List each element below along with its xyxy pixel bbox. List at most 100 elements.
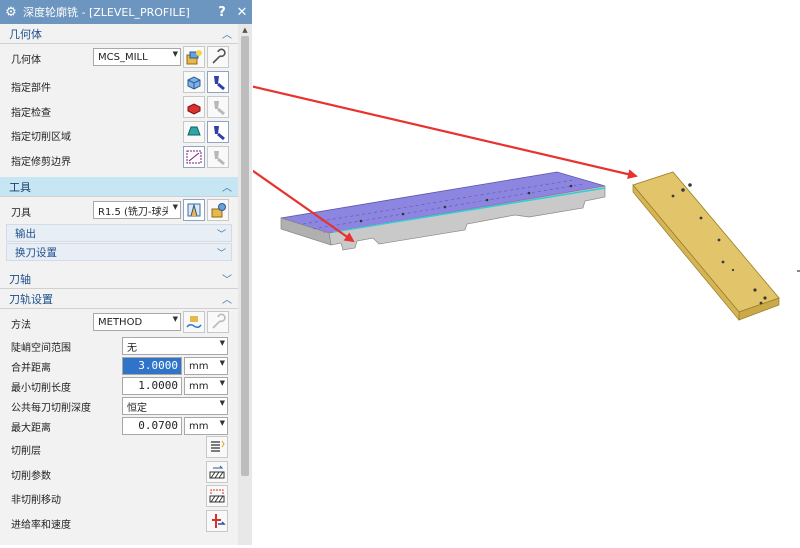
space-label: 陡峭空间范围	[11, 342, 71, 354]
feeds-speeds-icon	[212, 514, 226, 528]
trim-boundary-icon	[186, 150, 202, 164]
cut-levels-label: 切削层	[11, 445, 41, 457]
section-path-title: 刀轨设置	[9, 292, 53, 306]
edit-tool-button[interactable]	[207, 199, 229, 221]
check-label: 指定检查	[11, 107, 51, 119]
select-cut-area-button[interactable]	[183, 121, 205, 143]
cut-params-icon	[209, 465, 225, 479]
section-tool-axis[interactable]: 刀轴 ﹀	[0, 269, 238, 289]
display-cut-area-button[interactable]	[207, 121, 229, 143]
wrench-disabled-icon	[212, 313, 226, 329]
flashlight-disabled-icon	[214, 151, 225, 166]
dropdown-arrow-icon: ▼	[219, 379, 225, 387]
new-method-icon	[186, 316, 202, 329]
display-part-button[interactable]	[207, 71, 229, 93]
tool-change-label: 换刀设置	[15, 246, 57, 259]
feeds-speeds-button[interactable]	[206, 510, 228, 532]
part-icon	[187, 76, 201, 90]
dialog-titlebar: ⚙ 深度轮廓铣 - [ZLEVEL_PROFILE] ? ✕	[0, 0, 252, 24]
model-view[interactable]	[215, 0, 800, 545]
part-label: 指定部件	[11, 82, 51, 94]
tool-label: 刀具	[11, 207, 31, 219]
merge-distance-input[interactable]: 3.0000	[122, 357, 182, 375]
chevron-down-icon: ﹀	[216, 229, 226, 240]
non-cut-moves-icon	[209, 489, 225, 503]
select-part-button[interactable]	[183, 71, 205, 93]
steep-space-select[interactable]: 无 ▼	[122, 337, 228, 355]
new-geometry-icon	[186, 50, 202, 65]
select-check-button[interactable]	[183, 96, 205, 118]
geometry-select[interactable]: MCS_MILL ▼	[93, 48, 181, 66]
method-label: 方法	[11, 319, 31, 331]
dialog-scrollbar[interactable]: ▲	[238, 24, 252, 545]
scrollbar-thumb[interactable]	[241, 36, 249, 476]
part-model[interactable]	[280, 171, 606, 251]
section-geometry[interactable]: 几何体 ︿	[0, 24, 238, 44]
cut-params-button[interactable]	[206, 461, 228, 483]
select-trim-button[interactable]	[183, 146, 205, 168]
section-path-settings[interactable]: 刀轨设置 ︿	[0, 289, 238, 309]
chevron-down-icon: ﹀	[222, 275, 232, 286]
subsection-output[interactable]: 输出 ﹀	[6, 224, 232, 242]
annotation-arrow-part	[215, 76, 638, 180]
method-select-value: METHOD	[98, 316, 143, 328]
graphics-viewport[interactable]	[215, 0, 800, 545]
blank-model[interactable]	[632, 171, 780, 321]
chevron-up-icon: ︿	[222, 30, 232, 41]
output-label: 输出	[15, 227, 36, 240]
row-non-cut: 非切削移动	[0, 486, 238, 510]
new-geometry-button[interactable]	[183, 46, 205, 68]
trim-label: 指定修剪边界	[11, 156, 71, 168]
edit-tool-icon	[211, 203, 226, 218]
cut-params-label: 切削参数	[11, 470, 51, 482]
help-button[interactable]: ?	[212, 5, 232, 20]
dropdown-arrow-icon: ▼	[172, 315, 178, 323]
merge-unit-select[interactable]: mm ▼	[184, 357, 228, 375]
row-cut-levels: 切削层	[0, 437, 238, 461]
minlen-unit-select[interactable]: mm ▼	[184, 377, 228, 395]
row-cut-params: 切削参数	[0, 462, 238, 486]
close-button[interactable]: ✕	[232, 5, 252, 20]
maxdist-unit-select[interactable]: mm ▼	[184, 417, 228, 435]
operation-dialog: ⚙ 深度轮廓铣 - [ZLEVEL_PROFILE] ? ✕ 几何体 ︿ 几何体…	[0, 0, 252, 545]
method-select[interactable]: METHOD ▼	[93, 313, 181, 331]
dropdown-arrow-icon: ▼	[172, 50, 178, 58]
display-trim-button[interactable]	[207, 146, 229, 168]
flashlight-disabled-icon	[214, 101, 225, 116]
section-geometry-title: 几何体	[9, 27, 42, 41]
new-tool-icon	[187, 203, 201, 217]
dialog-title: 深度轮廓铣 - [ZLEVEL_PROFILE]	[23, 6, 190, 19]
edit-method-button[interactable]	[207, 311, 229, 333]
edit-geometry-button[interactable]	[207, 46, 229, 68]
non-cut-moves-button[interactable]	[206, 485, 228, 507]
cut-levels-button[interactable]	[206, 436, 228, 458]
chevron-up-icon: ︿	[222, 295, 232, 306]
new-tool-button[interactable]	[183, 199, 205, 221]
scroll-up-arrow-icon[interactable]: ▲	[238, 24, 252, 36]
display-check-button[interactable]	[207, 96, 229, 118]
flashlight-icon	[214, 76, 225, 91]
dropdown-arrow-icon: ▼	[172, 203, 178, 211]
subsection-tool-change[interactable]: 换刀设置 ﹀	[6, 243, 232, 261]
dropdown-arrow-icon: ▼	[219, 359, 225, 367]
new-method-button[interactable]	[183, 311, 205, 333]
geometry-select-value: MCS_MILL	[98, 51, 148, 63]
maxdist-unit-value: mm	[189, 420, 209, 432]
section-tool[interactable]: 工具 ︿	[0, 177, 238, 197]
minlen-label: 最小切削长度	[11, 382, 71, 394]
tool-select[interactable]: R1.5 (铣刀-球头铣 ▼	[93, 201, 181, 219]
section-tool-title: 工具	[9, 180, 31, 194]
depth-label: 公共每刀切削深度	[11, 402, 91, 414]
dialog-body: 几何体 ︿ 几何体 MCS_MILL ▼ 指定部件 指定检查 指定切削区域 指定…	[0, 24, 238, 545]
dropdown-arrow-icon: ▼	[219, 399, 225, 407]
chevron-down-icon: ﹀	[216, 248, 226, 259]
noncut-label: 非切削移动	[11, 494, 61, 506]
depth-select[interactable]: 恒定 ▼	[122, 397, 228, 415]
row-feeds: 进给率和速度	[0, 511, 238, 535]
max-distance-input[interactable]: 0.0700	[122, 417, 182, 435]
section-axis-title: 刀轴	[9, 272, 31, 286]
chevron-up-icon: ︿	[222, 183, 232, 194]
min-length-input[interactable]: 1.0000	[122, 377, 182, 395]
tool-select-value: R1.5 (铣刀-球头铣	[98, 206, 168, 218]
feeds-label: 进给率和速度	[11, 519, 71, 531]
